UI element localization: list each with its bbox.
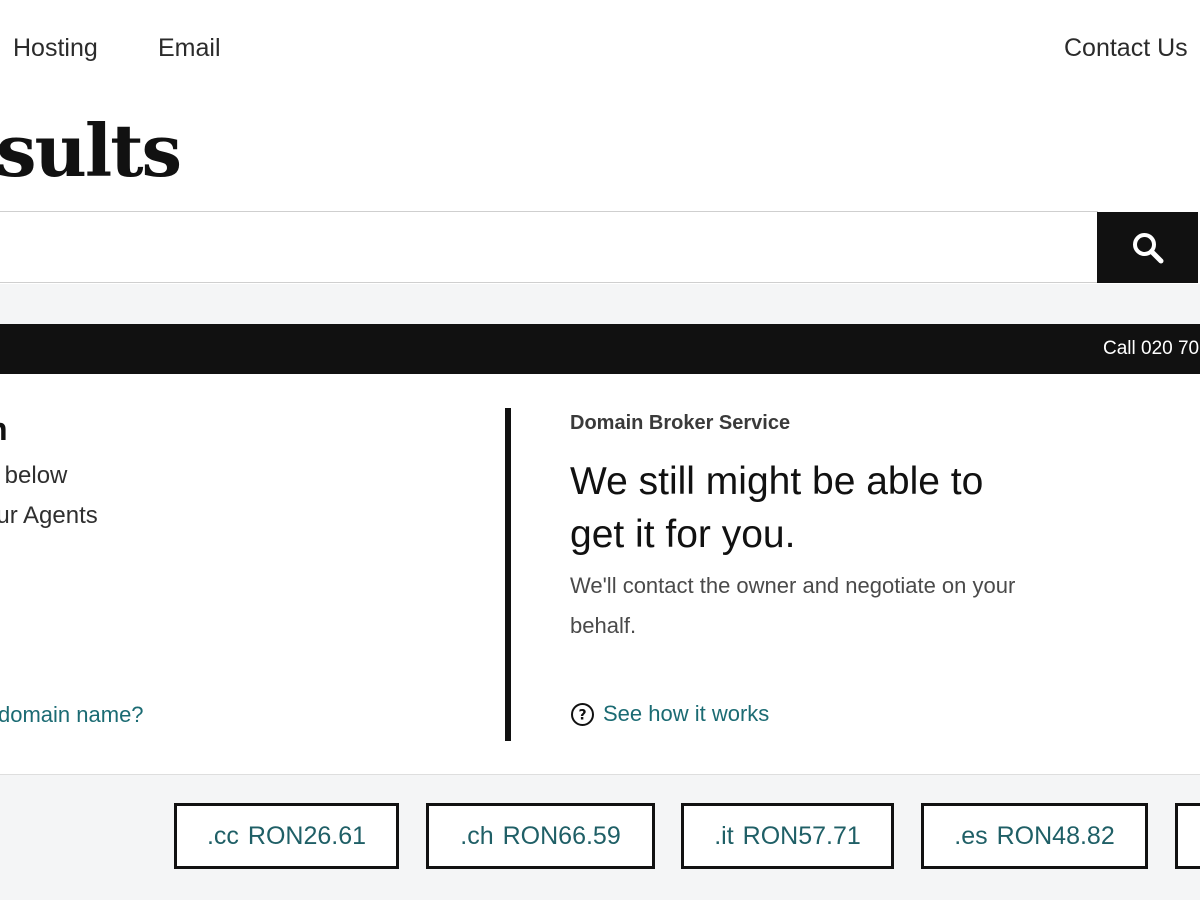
domain-taken-text-line: s below	[0, 462, 68, 489]
tld-suggestions-bar: .cc RON26.61 .ch RON66.59 .it RON57.71 .…	[0, 774, 1200, 900]
tld-price: RON57.71	[742, 821, 861, 850]
promo-bar: Call 020 70	[0, 324, 1200, 374]
domain-broker-panel: Domain Broker Service We still might be …	[570, 408, 1170, 748]
nav-hosting-link[interactable]: Hosting	[13, 34, 98, 63]
broker-description: We'll contact the owner and negotiate on…	[570, 573, 1016, 638]
tld-name: .ch	[460, 821, 494, 850]
domain-taken-text-line: our Agents	[0, 502, 98, 529]
search-button[interactable]	[1097, 212, 1198, 283]
svg-text:?: ?	[578, 707, 586, 723]
nav-contact-us-link[interactable]: Contact Us	[1064, 34, 1188, 63]
call-phone-text[interactable]: Call 020 70	[1103, 338, 1199, 360]
tld-name: .cc	[206, 821, 239, 850]
top-navigation: Hosting Email Contact Us	[0, 0, 1200, 100]
tld-chip-cc[interactable]: .cc RON26.61	[174, 803, 399, 869]
tld-name: .it	[714, 821, 734, 850]
tld-chip-partial[interactable]	[1175, 803, 1200, 869]
see-how-it-works-link[interactable]: ? See how it works	[570, 701, 769, 727]
search-icon	[1132, 232, 1163, 263]
tld-name: .es	[954, 821, 988, 850]
tld-chip-es[interactable]: .es RON48.82	[921, 803, 1148, 869]
domain-question-link[interactable]: domain name?	[0, 702, 144, 728]
section-spacer	[0, 284, 1200, 324]
domain-taken-panel: n s below our Agents domain name?	[0, 375, 505, 775]
tld-price: RON48.82	[996, 821, 1115, 850]
see-how-it-works-label: See how it works	[603, 701, 770, 726]
question-circle-icon: ?	[571, 702, 594, 726]
tld-price: RON26.61	[247, 821, 367, 850]
panel-divider	[505, 408, 511, 741]
tld-price: RON66.59	[502, 821, 621, 850]
search-input[interactable]	[0, 212, 1098, 282]
broker-headline: We still might be able to get it for you…	[570, 460, 984, 556]
broker-service-label: Domain Broker Service	[570, 412, 791, 434]
page-title: sults	[0, 108, 182, 193]
tld-chip-it[interactable]: .it RON57.71	[681, 803, 894, 869]
domain-taken-heading: n	[0, 411, 8, 448]
nav-email-link[interactable]: Email	[158, 34, 221, 63]
tld-chip-ch[interactable]: .ch RON66.59	[426, 803, 655, 869]
search-bar	[0, 211, 1098, 283]
